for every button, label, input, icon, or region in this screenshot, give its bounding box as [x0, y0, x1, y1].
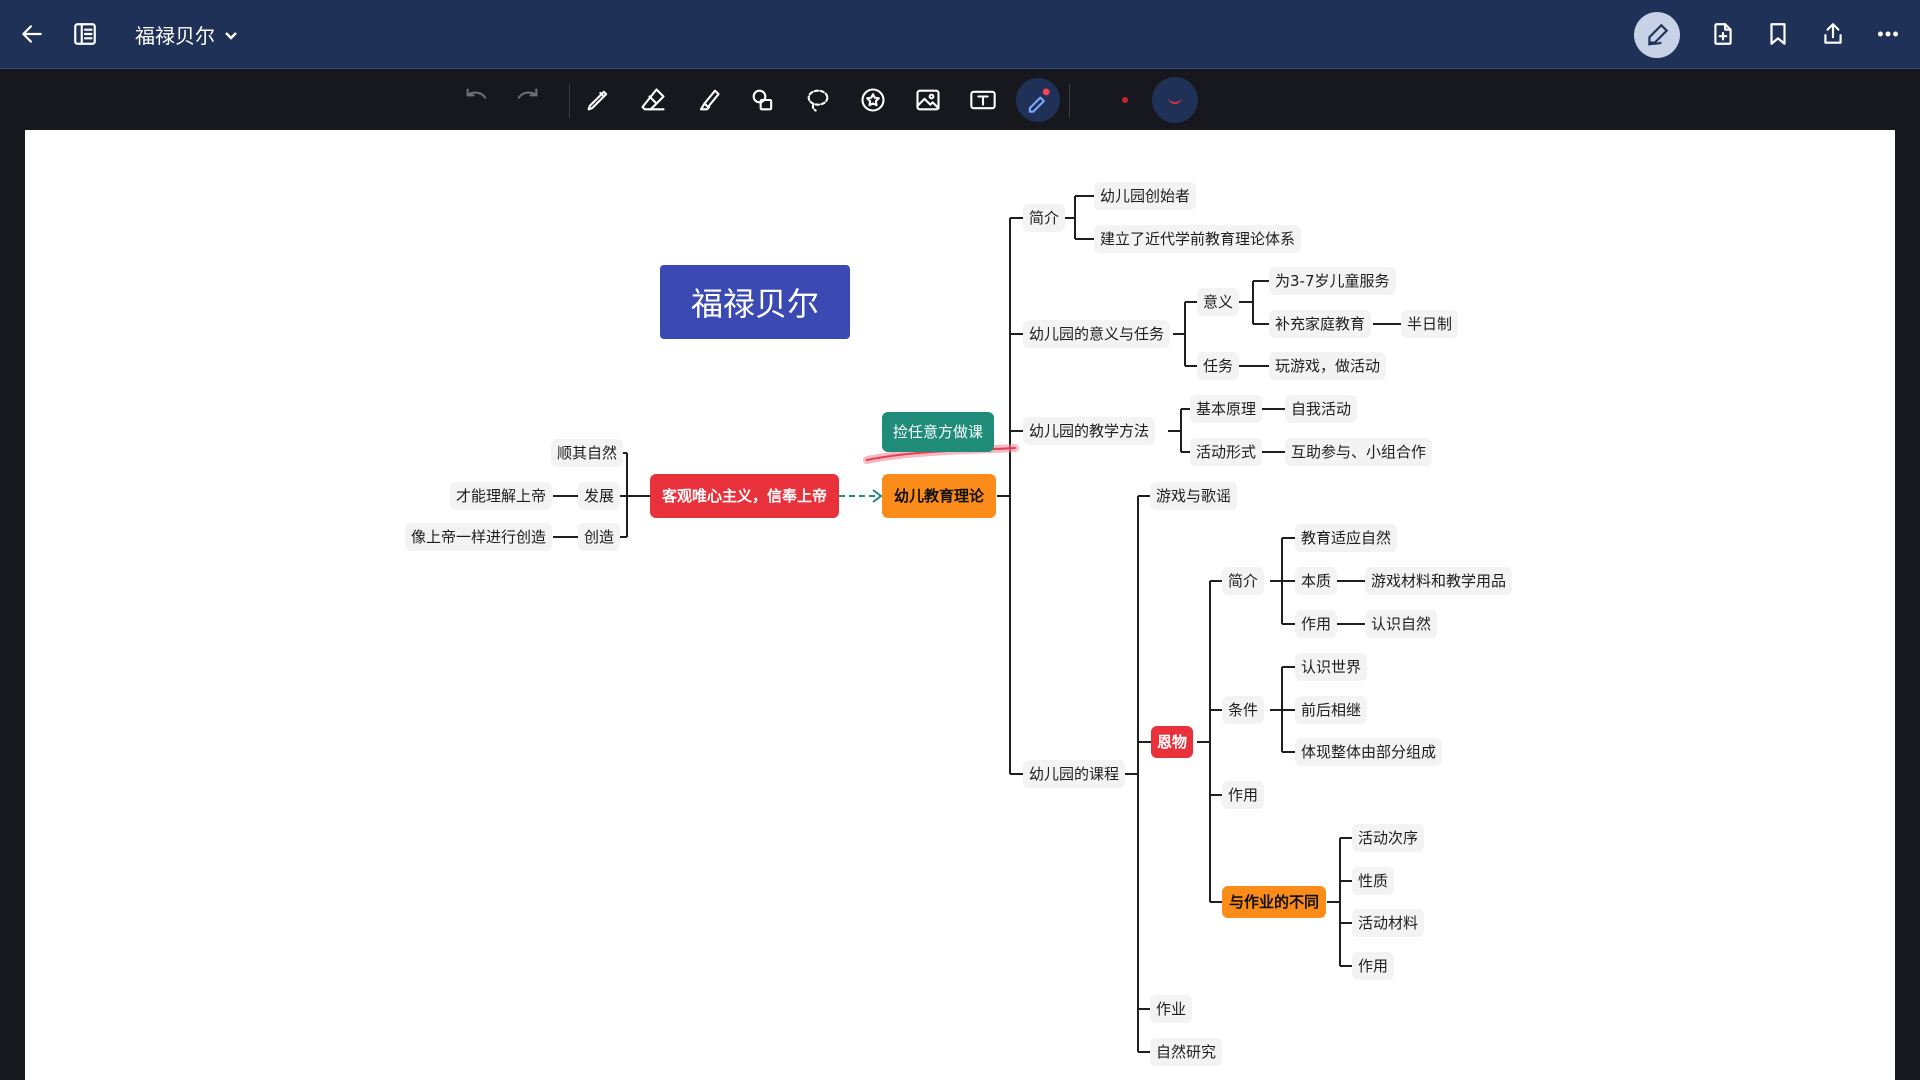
- course-nature-node[interactable]: 自然研究: [1150, 1038, 1223, 1066]
- course-node[interactable]: 幼儿园的课程: [1023, 760, 1126, 788]
- bookmark-icon[interactable]: [1758, 14, 1798, 54]
- laser-pointer-tool-icon[interactable]: [1016, 78, 1060, 122]
- share-icon[interactable]: [1813, 14, 1853, 54]
- center-node[interactable]: 幼儿教育理论: [882, 474, 997, 518]
- left-node-3[interactable]: 创造: [578, 523, 621, 551]
- add-page-icon[interactable]: [1703, 14, 1743, 54]
- pen-mode-icon[interactable]: [1634, 12, 1680, 58]
- method-form-node[interactable]: 活动形式: [1190, 438, 1263, 466]
- gift-effect-node[interactable]: 作用: [1222, 781, 1265, 809]
- intro-child-2[interactable]: 建立了近代学前教育理论体系: [1094, 225, 1302, 253]
- shapes-tool-icon[interactable]: [743, 80, 783, 120]
- document-title-dropdown[interactable]: 福禄贝尔: [135, 20, 239, 49]
- mindmap-canvas[interactable]: 福禄贝尔 捡任意方做课 幼儿教育理论 客观唯心主义，信奉上帝 顺其自然 发展 创…: [25, 130, 1895, 1080]
- meaning-node[interactable]: 幼儿园的意义与任务: [1023, 320, 1171, 348]
- left-node-2-child[interactable]: 才能理解上帝: [450, 482, 553, 510]
- intro-node[interactable]: 简介: [1023, 204, 1066, 232]
- text-tool-icon[interactable]: [963, 80, 1003, 120]
- gift-intro-child-1[interactable]: 教育适应自然: [1295, 524, 1398, 552]
- method-principle-child[interactable]: 自我活动: [1285, 395, 1358, 423]
- gift-diff-child-2[interactable]: 性质: [1352, 867, 1395, 895]
- meaning-yi-child-2-sub[interactable]: 半日制: [1401, 310, 1459, 338]
- course-homework-node[interactable]: 作业: [1150, 995, 1193, 1023]
- back-arrow-icon[interactable]: [12, 14, 52, 54]
- method-principle-node[interactable]: 基本原理: [1190, 395, 1263, 423]
- left-main-node[interactable]: 客观唯心主义，信奉上帝: [650, 474, 840, 518]
- gift-intro-child-3-sub[interactable]: 认识自然: [1365, 610, 1438, 638]
- method-form-child[interactable]: 互助参与、小组合作: [1285, 438, 1433, 466]
- tool-bar: [0, 70, 1920, 130]
- gift-intro-child-2[interactable]: 本质: [1295, 567, 1338, 595]
- meaning-yi-child-1[interactable]: 为3-7岁儿童服务: [1269, 267, 1396, 295]
- chevron-down-icon: [225, 31, 237, 40]
- lasso-tool-icon[interactable]: [798, 80, 838, 120]
- meaning-task-child[interactable]: 玩游戏，做活动: [1269, 352, 1387, 380]
- gift-intro-child-2-sub[interactable]: 游戏材料和教学用品: [1365, 567, 1513, 595]
- gift-cond-child-2[interactable]: 前后相继: [1295, 696, 1368, 724]
- meaning-yi-child-2[interactable]: 补充家庭教育: [1269, 310, 1372, 338]
- laser-highlight-stroke: [863, 444, 1019, 464]
- header-bar: 福禄贝尔: [0, 0, 1920, 69]
- gift-diff-child-3[interactable]: 活动材料: [1352, 909, 1425, 937]
- course-games-node[interactable]: 游戏与歌谣: [1150, 482, 1238, 510]
- left-node-3-child[interactable]: 像上帝一样进行创造: [405, 523, 553, 551]
- eraser-tool-icon[interactable]: [633, 80, 673, 120]
- intro-child-1[interactable]: 幼儿园创始者: [1094, 182, 1197, 210]
- gift-cond-child-3[interactable]: 体现整体由部分组成: [1295, 738, 1443, 766]
- gift-cond-child-1[interactable]: 认识世界: [1295, 653, 1368, 681]
- method-node[interactable]: 幼儿园的教学方法: [1023, 417, 1156, 445]
- meaning-task-node[interactable]: 任务: [1197, 352, 1240, 380]
- toolbar-divider: [1069, 84, 1070, 118]
- pen-size-dot[interactable]: [1122, 97, 1128, 103]
- mindmap-title[interactable]: 福禄贝尔: [660, 265, 850, 339]
- document-title: 福禄贝尔: [135, 24, 215, 48]
- pen-color-swatch[interactable]: [1152, 77, 1198, 123]
- gift-diff-child-4[interactable]: 作用: [1352, 952, 1395, 980]
- undo-icon[interactable]: [457, 80, 497, 120]
- gift-intro-node[interactable]: 简介: [1222, 567, 1265, 595]
- gift-intro-child-3[interactable]: 作用: [1295, 610, 1338, 638]
- annotation-node[interactable]: 捡任意方做课: [882, 412, 995, 452]
- sidebar-toggle-icon[interactable]: [65, 14, 105, 54]
- pen-tool-icon[interactable]: [578, 80, 618, 120]
- sticker-tool-icon[interactable]: [853, 80, 893, 120]
- left-node-2[interactable]: 发展: [578, 482, 621, 510]
- course-gift-node[interactable]: 恩物: [1151, 726, 1194, 758]
- toolbar-divider: [569, 84, 570, 118]
- highlighter-tool-icon[interactable]: [688, 80, 728, 120]
- left-node-1[interactable]: 顺其自然: [551, 439, 624, 467]
- gift-diff-child-1[interactable]: 活动次序: [1352, 824, 1425, 852]
- gift-diff-node[interactable]: 与作业的不同: [1222, 886, 1327, 918]
- more-icon[interactable]: [1868, 14, 1908, 54]
- image-tool-icon[interactable]: [908, 80, 948, 120]
- gift-cond-node[interactable]: 条件: [1222, 696, 1265, 724]
- meaning-yi-node[interactable]: 意义: [1197, 288, 1240, 316]
- redo-icon[interactable]: [507, 80, 547, 120]
